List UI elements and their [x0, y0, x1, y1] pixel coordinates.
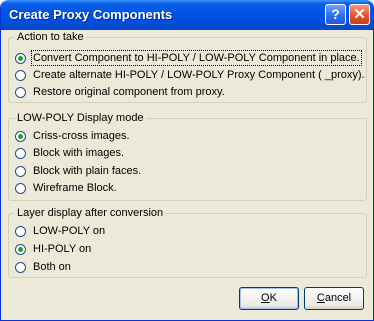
action-group: Action to take Convert Component to HI-P…: [8, 30, 367, 103]
radio-label: Wireframe Block.: [33, 182, 117, 194]
layer-option-hi-poly[interactable]: HI-POLY on: [15, 241, 92, 257]
ok-label-rest: K: [269, 292, 277, 304]
radio-label: Block with images.: [33, 147, 125, 159]
layer-option-low-poly[interactable]: LOW-POLY on: [15, 223, 106, 239]
ok-button[interactable]: OK: [239, 287, 299, 310]
layer-option-both[interactable]: Both on: [15, 259, 72, 275]
window-title: Create Proxy Components: [9, 7, 173, 22]
cancel-mnemonic: C: [316, 292, 325, 304]
display-option-block-plain[interactable]: Block with plain faces.: [15, 163, 142, 179]
display-option-wireframe[interactable]: Wireframe Block.: [15, 180, 118, 196]
radio-button[interactable]: [15, 147, 26, 159]
radio-label: Block with plain faces.: [33, 165, 142, 177]
cancel-label-rest: ancel: [324, 292, 352, 304]
display-option-criss-cross[interactable]: Criss-cross images.: [15, 128, 131, 144]
radio-button[interactable]: [15, 243, 26, 255]
cancel-button[interactable]: Cancel: [304, 287, 364, 310]
layer-display-group: Layer display after conversion LOW-POLY …: [8, 206, 367, 278]
radio-button[interactable]: [15, 69, 26, 81]
radio-button[interactable]: [15, 165, 26, 177]
display-mode-group-title: LOW-POLY Display mode: [15, 111, 146, 125]
title-bar[interactable]: Create Proxy Components ? ✕: [1, 0, 373, 30]
dialog-window: Create Proxy Components ? ✕ Action to ta…: [0, 0, 374, 321]
action-option-create-alternate[interactable]: Create alternate HI-POLY / LOW-POLY Prox…: [15, 67, 366, 83]
radio-button[interactable]: [15, 182, 26, 194]
action-option-restore[interactable]: Restore original component from proxy.: [15, 84, 226, 100]
radio-button[interactable]: [15, 52, 26, 64]
layer-display-group-title: Layer display after conversion: [15, 206, 166, 220]
radio-label: Criss-cross images.: [33, 130, 130, 142]
close-button[interactable]: ✕: [349, 4, 370, 25]
help-icon: ?: [331, 6, 340, 22]
display-option-block-images[interactable]: Block with images.: [15, 145, 125, 161]
radio-label: LOW-POLY on: [33, 225, 106, 237]
radio-label: Create alternate HI-POLY / LOW-POLY Prox…: [33, 69, 365, 81]
radio-button[interactable]: [15, 86, 26, 98]
ok-mnemonic: O: [261, 292, 270, 304]
radio-label: Restore original component from proxy.: [33, 86, 225, 98]
radio-button[interactable]: [15, 130, 26, 142]
action-option-convert[interactable]: Convert Component to HI-POLY / LOW-POLY …: [15, 50, 362, 66]
radio-label: Both on: [33, 261, 71, 273]
radio-button[interactable]: [15, 225, 26, 237]
display-mode-group: LOW-POLY Display mode Criss-cross images…: [8, 111, 367, 201]
action-group-title: Action to take: [15, 30, 86, 44]
radio-label: HI-POLY on: [33, 243, 92, 255]
radio-label: Convert Component to HI-POLY / LOW-POLY …: [31, 50, 362, 66]
radio-button[interactable]: [15, 261, 26, 273]
close-icon: ✕: [353, 6, 366, 23]
help-button[interactable]: ?: [325, 4, 346, 25]
